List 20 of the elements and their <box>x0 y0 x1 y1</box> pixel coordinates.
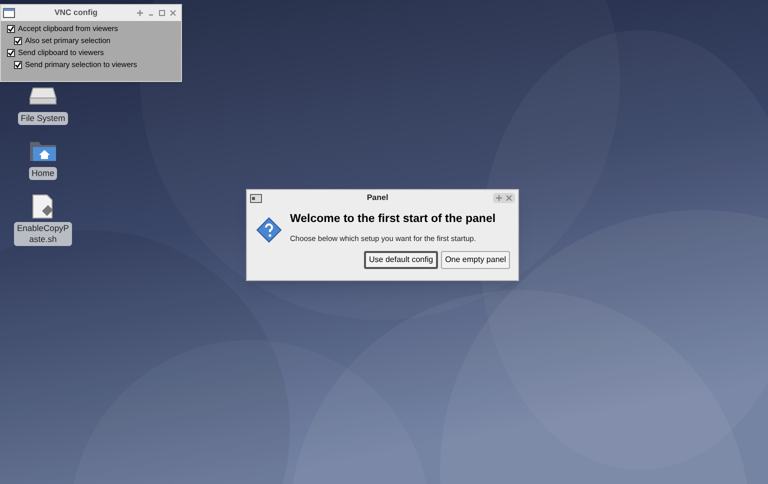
dialog-button[interactable]: Use default config <box>364 250 438 268</box>
icon-label[interactable]: Home <box>28 167 58 180</box>
icon-label[interactable]: EnableCopyP aste.sh <box>14 222 72 246</box>
question-icon <box>256 217 282 243</box>
window-icon <box>3 8 15 18</box>
pin-icon <box>137 10 143 16</box>
icon-label[interactable]: File System <box>18 112 68 125</box>
checkbox[interactable] <box>14 37 22 45</box>
maximize-icon <box>159 10 165 16</box>
window-icon <box>250 194 262 202</box>
close-icon <box>506 195 512 201</box>
window-title: Panel <box>366 192 390 204</box>
checkbox[interactable] <box>14 61 22 69</box>
close-icon <box>170 10 176 16</box>
dialog-heading: Welcome to the first start of the panel <box>290 212 496 227</box>
checkbox[interactable] <box>7 49 15 57</box>
pin-icon <box>496 195 502 201</box>
dialog-button[interactable]: One empty panel <box>441 250 510 268</box>
checkbox[interactable] <box>7 25 15 33</box>
window-title: VNC config <box>53 7 99 19</box>
